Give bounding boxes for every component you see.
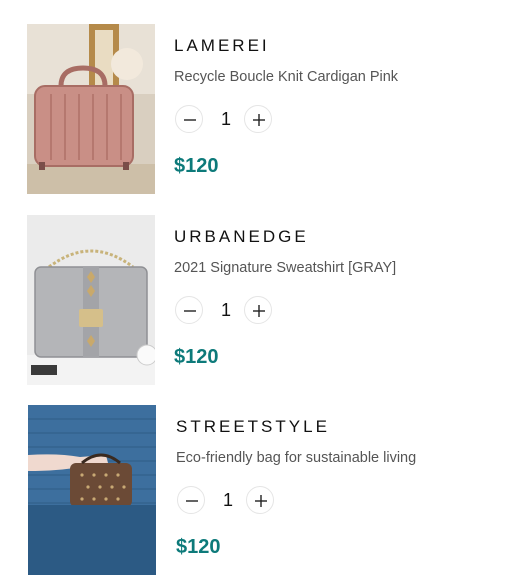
quantity-stepper: 1 bbox=[174, 105, 284, 135]
minus-icon bbox=[186, 500, 198, 502]
increase-quantity-button[interactable] bbox=[246, 486, 274, 514]
decrease-quantity-button[interactable] bbox=[177, 486, 205, 514]
product-brand: LAMEREI bbox=[174, 36, 270, 55]
product-title[interactable]: Recycle Boucle Knit Cardigan Pink bbox=[174, 69, 398, 85]
pink-suitcase-bag-photo bbox=[27, 24, 155, 194]
plus-icon bbox=[255, 495, 267, 507]
plus-icon bbox=[253, 305, 265, 317]
product-price: $120 bbox=[174, 155, 219, 177]
product-title[interactable]: 2021 Signature Sweatshirt [GRAY] bbox=[174, 260, 396, 276]
decrease-quantity-button[interactable] bbox=[175, 296, 203, 324]
product-price: $120 bbox=[174, 346, 219, 368]
gray-studded-handbag-photo bbox=[27, 215, 155, 385]
brown-monogram-bag-photo bbox=[28, 405, 156, 575]
cart-item: STREETSTYLE Eco-friendly bag for sustain… bbox=[0, 405, 512, 585]
product-brand: URBANEDGE bbox=[174, 227, 309, 246]
minus-icon bbox=[184, 119, 196, 121]
minus-icon bbox=[184, 310, 196, 312]
increase-quantity-button[interactable] bbox=[244, 296, 272, 324]
cart-item: LAMEREI Recycle Boucle Knit Cardigan Pin… bbox=[0, 24, 512, 204]
quantity-stepper: 1 bbox=[174, 296, 284, 326]
product-image[interactable] bbox=[28, 405, 156, 575]
decrease-quantity-button[interactable] bbox=[175, 105, 203, 133]
product-image[interactable] bbox=[27, 215, 155, 385]
quantity-value: 1 bbox=[220, 300, 231, 320]
product-price: $120 bbox=[176, 536, 221, 558]
product-image[interactable] bbox=[27, 24, 155, 194]
increase-quantity-button[interactable] bbox=[244, 105, 272, 133]
product-brand: STREETSTYLE bbox=[176, 417, 330, 436]
plus-icon bbox=[253, 114, 265, 126]
product-title[interactable]: Eco-friendly bag for sustainable living bbox=[176, 450, 416, 466]
cart-item: URBANEDGE 2021 Signature Sweatshirt [GRA… bbox=[0, 215, 512, 395]
quantity-value: 1 bbox=[220, 109, 231, 129]
quantity-value: 1 bbox=[222, 490, 233, 510]
